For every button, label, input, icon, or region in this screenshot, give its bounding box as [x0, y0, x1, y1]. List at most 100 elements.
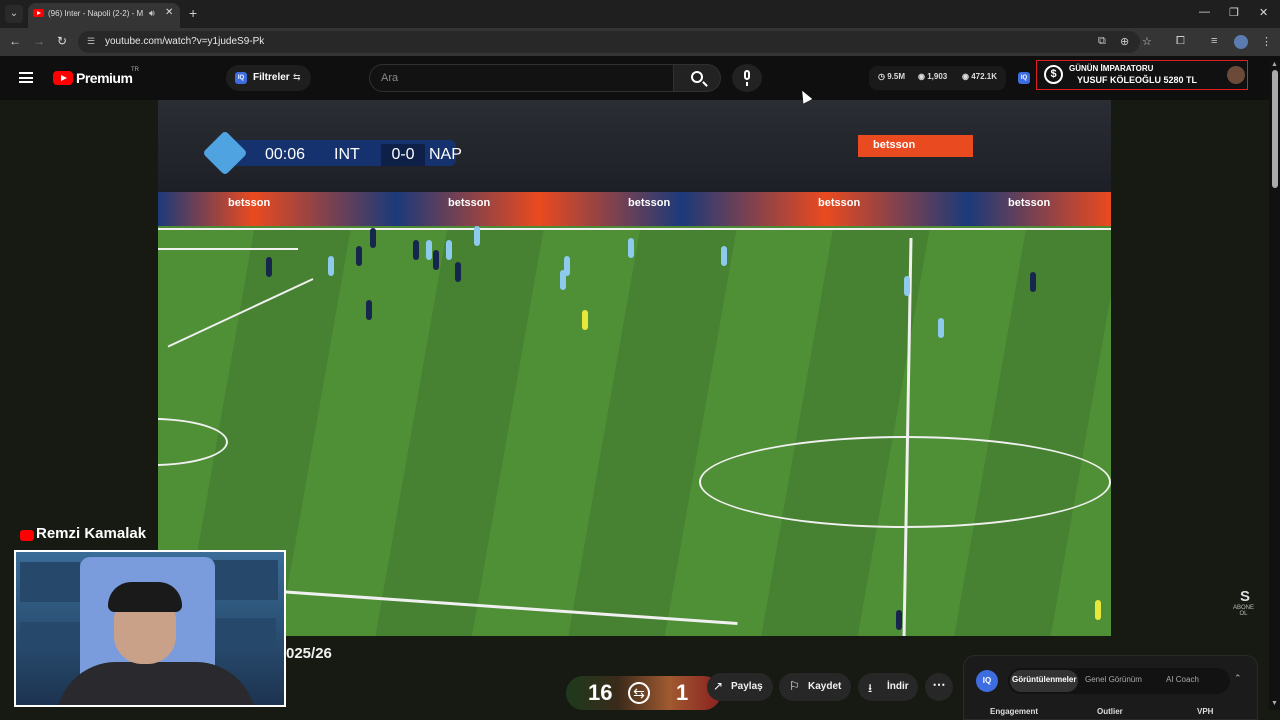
like-count: 16	[588, 680, 613, 705]
save-button[interactable]: ⚐ Kaydet	[779, 673, 851, 701]
stat-watching-value: 1,903	[927, 72, 948, 81]
new-tab-icon[interactable]: +	[189, 5, 197, 21]
address-bar[interactable]: ☰ youtube.com/watch?v=y1judeS9-Pk ⧉ ⊕ ☆	[78, 31, 1152, 53]
download-label: İndir	[887, 681, 909, 692]
player-inter	[455, 262, 461, 282]
search-input[interactable]: Ara	[369, 64, 674, 92]
scrollbar-thumb[interactable]	[1272, 70, 1278, 188]
guide-menu-icon[interactable]	[19, 72, 33, 83]
stat-views-value: 9.5M	[887, 72, 905, 81]
country-code: TR	[131, 67, 139, 73]
chevron-up-icon[interactable]: ⌃	[1234, 673, 1242, 684]
youtube-favicon-icon	[33, 9, 44, 17]
col-engagement: Engagement	[990, 707, 1039, 716]
sponsor-donor: YUSUF KÖLEOĞLU 5280 TL	[1077, 75, 1198, 85]
extensions-icon[interactable]: ⧠	[1176, 35, 1185, 48]
profile-avatar[interactable]	[1234, 35, 1248, 49]
zoom-icon[interactable]: ⊕	[1120, 35, 1129, 48]
ad-text-4: betsson	[818, 197, 861, 209]
ad-text-1: betsson	[228, 197, 271, 209]
youtube-premium-label[interactable]: Premium	[76, 70, 133, 86]
youtube-logo-icon[interactable]	[53, 71, 73, 85]
iq-analytics-panel: IQ Görüntülenmeler Genel Görünüm AI Coac…	[963, 655, 1258, 720]
player-napoli	[721, 246, 727, 266]
minimize-icon[interactable]: —	[1199, 6, 1210, 18]
site-info-icon[interactable]: ☰	[87, 36, 95, 47]
assistant-referee	[1095, 600, 1101, 620]
download-button[interactable]: ⭳ İndir	[858, 673, 918, 701]
share-label: Paylaş	[731, 681, 763, 692]
video-stats-bar: ◷ 9.5M ◉ 1,903 ◉ 472.1K	[869, 66, 1006, 90]
player-napoli	[328, 256, 334, 276]
player-napoli	[564, 256, 570, 276]
video-player[interactable]: betsson betsson betsson betsson betsson …	[158, 100, 1111, 636]
stat-watching: ◉ 1,903	[918, 72, 948, 81]
filters-label: Filtreler	[253, 72, 290, 83]
tab-views[interactable]: Görüntülenmeler	[1012, 675, 1076, 684]
search-placeholder: Ara	[381, 72, 399, 84]
share-button[interactable]: ↗ Paylaş	[707, 673, 773, 701]
sponsor-avatar	[1227, 66, 1245, 84]
share-icon: ↗	[713, 679, 724, 693]
reload-icon[interactable]: ↻	[57, 34, 67, 48]
filters-button[interactable]: IQ Filtreler ⇆	[226, 65, 311, 91]
save-label: Kaydet	[808, 681, 842, 692]
media-controls-icon[interactable]: ≡	[1211, 35, 1217, 47]
iq-extension-icon: IQ	[235, 72, 247, 84]
player-napoli	[474, 226, 480, 246]
scroll-down-icon[interactable]: ▼	[1271, 700, 1278, 707]
iq-logo-icon: IQ	[976, 670, 998, 692]
iq-toolbar-icon[interactable]: IQ	[1018, 72, 1030, 84]
match-score: 0-0	[381, 144, 425, 166]
webcam-overlay	[14, 550, 286, 707]
tab-overview[interactable]: Genel Görünüm	[1085, 675, 1142, 684]
col-vph: VPH	[1197, 707, 1214, 716]
streamer-name: Remzi Kamalak	[36, 525, 147, 542]
bookmark-icon: ⚐	[789, 679, 800, 693]
browser-menu-icon[interactable]: ⋮	[1261, 35, 1272, 48]
url-text: youtube.com/watch?v=y1judeS9-Pk	[105, 36, 265, 47]
player-napoli	[904, 276, 910, 296]
stand-ad-text: betsson	[873, 139, 916, 151]
player-napoli	[938, 318, 944, 338]
tab-close-icon[interactable]: ✕	[165, 7, 173, 18]
more-actions-icon[interactable]: ⋯	[925, 673, 953, 701]
player-napoli	[628, 238, 634, 258]
player-inter	[433, 250, 439, 270]
near-touchline	[278, 589, 738, 626]
away-team: NAP	[429, 146, 462, 163]
referee	[582, 310, 588, 330]
close-window-icon[interactable]: ✕	[1259, 6, 1268, 19]
subscribe-logo-icon[interactable]: S	[1240, 588, 1250, 605]
scorebug-panel: 00:06 INT 0-0 NAP	[223, 140, 462, 166]
ad-text-3: betsson	[628, 197, 671, 209]
home-team: INT	[334, 146, 360, 163]
player-inter	[413, 240, 419, 260]
scroll-up-icon[interactable]: ▲	[1271, 61, 1278, 68]
search-icon	[691, 71, 703, 83]
microphone-icon	[744, 70, 750, 86]
tab-search-menu-icon[interactable]: ⌄	[5, 5, 23, 23]
browser-tab-active[interactable]: (96) Inter - Napoli (2-2) - M 🔊︎ ✕	[28, 3, 180, 28]
swap-icon: ⇆	[628, 682, 650, 704]
forward-icon[interactable]: →	[33, 34, 45, 48]
tab-ai-coach[interactable]: AI Coach	[1166, 675, 1199, 684]
player-inter	[356, 246, 362, 266]
touchline	[158, 228, 1111, 230]
restore-icon[interactable]: ❐	[1229, 6, 1239, 19]
search-button[interactable]	[674, 64, 721, 92]
player-inter	[896, 610, 902, 630]
shelf	[20, 562, 80, 602]
tab-audio-icon[interactable]: 🔊︎	[149, 8, 155, 19]
player-inter	[1030, 272, 1036, 292]
youtube-masthead: Premium TR IQ Filtreler ⇆ Ara ◷ 9.5M ◉ 1…	[0, 56, 1280, 100]
subscribe-text[interactable]: ABONE OL	[1233, 605, 1254, 617]
install-app-icon[interactable]: ⧉	[1098, 35, 1106, 48]
iq-tabs: Görüntülenmeler Genel Görünüm AI Coach	[1008, 668, 1230, 694]
voice-search-button[interactable]	[732, 64, 762, 92]
like-dislike-overlay[interactable]: 16 ⇆ 1	[566, 676, 721, 710]
player-inter	[266, 257, 272, 277]
ad-text-5: betsson	[1008, 197, 1051, 209]
bookmark-star-icon[interactable]: ☆	[1142, 35, 1152, 48]
back-icon[interactable]: ←	[9, 34, 21, 48]
